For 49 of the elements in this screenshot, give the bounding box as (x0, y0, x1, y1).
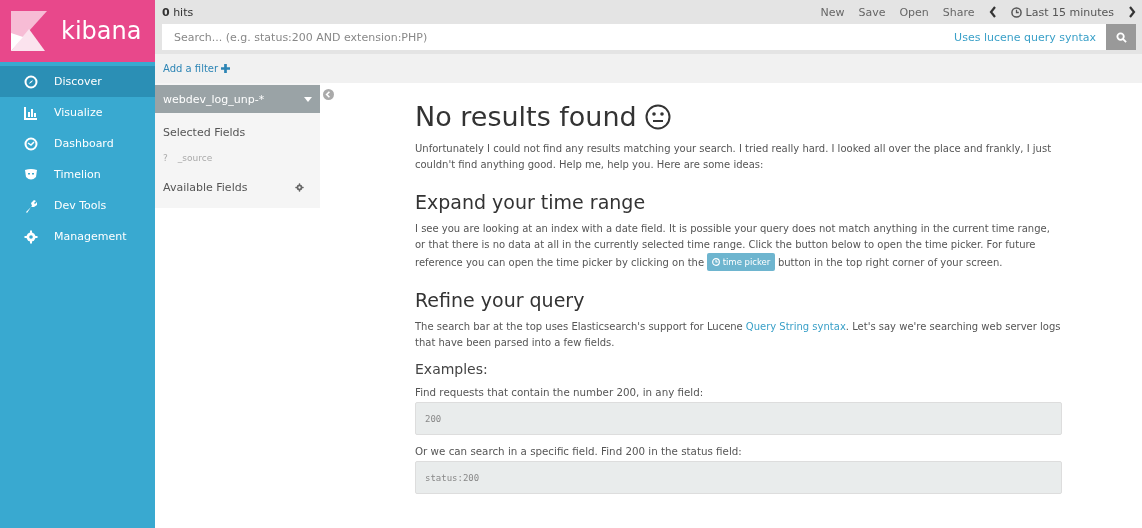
chevron-right-icon[interactable] (1128, 6, 1136, 18)
nav-item[interactable]: Management (0, 221, 155, 252)
search-button[interactable] (1106, 24, 1136, 50)
field-name[interactable]: _source (177, 153, 213, 163)
query-syntax-link[interactable]: Query String syntax (745, 321, 846, 332)
nav-item[interactable]: Dev Tools (0, 190, 155, 221)
code-block: 200 (415, 402, 1062, 435)
menu-link[interactable]: Save (858, 5, 886, 19)
field-type: ? (163, 153, 168, 163)
section-heading: Expand your time range (415, 191, 647, 213)
search-icon (1115, 31, 1127, 43)
index-pattern-dropdown[interactable]: webdev_log_unp-* (155, 85, 320, 113)
bar-chart-icon (24, 105, 38, 120)
menu-link[interactable]: Share (942, 5, 975, 19)
nav-item[interactable]: Visualize (0, 97, 155, 128)
section-heading: Selected Fields (162, 125, 247, 141)
time-picker-button[interactable]: Last 15 minutes (1010, 5, 1114, 19)
section-heading: Refine your query (415, 289, 586, 311)
paragraph: I see you are looking at an index with a date field. It is possible your query does not match anything in the current time range, or that there is no data at all in the currently selected time range. Click the button below to open the time picker. For future reference you can open the time picker by clicking on the time picker button in the top right corner of your screen. (415, 221, 1062, 271)
chevron-left-icon[interactable] (988, 6, 997, 18)
paragraph: The search bar at the top uses Elasticsearch's support for Lucene Query String syntax. Let's say we're searching web server logs that have been parsed into a few fields. (415, 320, 1062, 350)
clock-icon (711, 258, 720, 266)
caret-icon (304, 96, 312, 102)
nav-item[interactable]: Discover (0, 66, 155, 97)
wrench-icon (24, 198, 38, 213)
menu-link[interactable]: New (820, 5, 845, 19)
code-block: status:200 (415, 461, 1062, 494)
examples-heading: Examples: (415, 361, 489, 377)
logo-text: kibana (61, 17, 142, 45)
menu-link[interactable]: Open (899, 5, 929, 19)
syntax-link[interactable]: Uses lucene query syntax (954, 30, 1096, 44)
example-description: Or we can search in a specific field. Find 200 in the status field: (415, 445, 743, 457)
search-field[interactable]: Search... (e.g. status:200 AND extension:PHP) Uses lucene query syntax (162, 24, 1106, 50)
add-filter-link[interactable]: Add a filter (163, 63, 231, 74)
nav-item[interactable]: Timelion (0, 159, 155, 190)
plus-icon (221, 64, 231, 73)
hits-count: 0 hits (162, 5, 194, 19)
page-title: No results found (415, 101, 637, 132)
mask-icon (24, 167, 38, 182)
gauge-icon (24, 136, 38, 151)
nav-item[interactable]: Dashboard (0, 128, 155, 159)
neutral-face-icon (644, 103, 671, 130)
compass-icon (24, 74, 38, 89)
section-heading: Available Fields (163, 181, 248, 194)
time-picker-button[interactable]: time picker (706, 253, 776, 271)
clock-icon (1010, 6, 1022, 18)
intro-paragraph: Unfortunately I could not find any results matching your search. I tried really hard. I looked all over the place and frankly, I just couldn't find anything good. Help me, help you. Here are some ideas: (415, 142, 1053, 172)
example-description: Find requests that contain the number 200, in any field: (415, 386, 705, 398)
logo-icon (11, 11, 47, 51)
